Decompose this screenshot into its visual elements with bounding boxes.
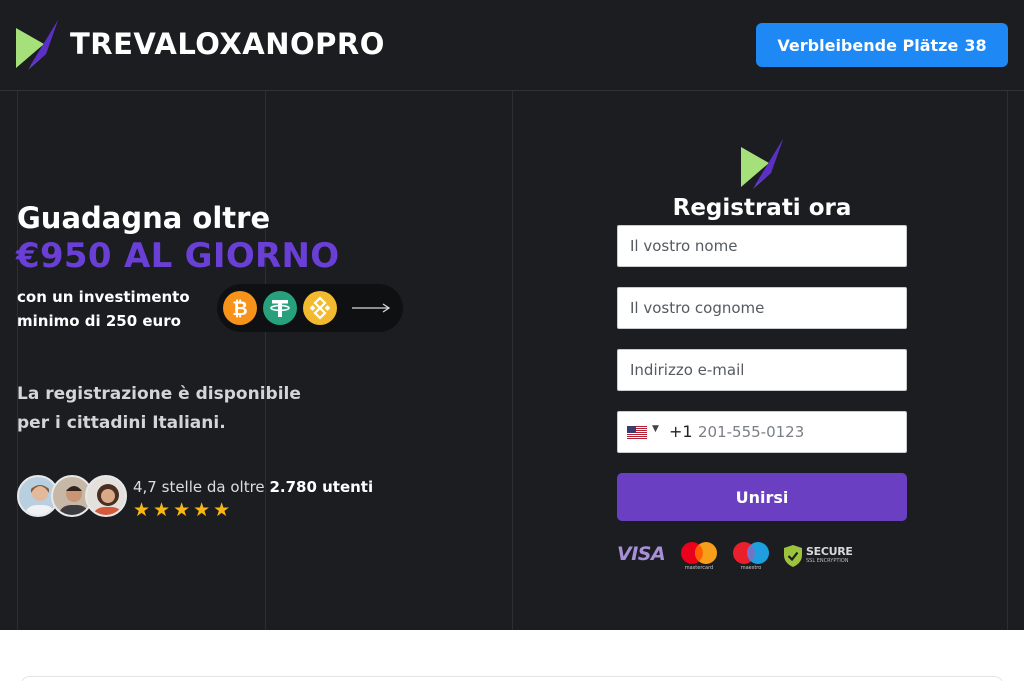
rating-stars-icon: ★★★★★	[133, 499, 234, 521]
country-dropdown-icon[interactable]: ▼	[652, 424, 659, 434]
bitcoin-icon: ₿	[223, 291, 257, 325]
grid-line	[512, 91, 513, 630]
phone-field: ▼ +1	[617, 411, 907, 453]
binance-icon	[303, 291, 337, 325]
rating-text: 4,7 stelle da oltre 2.780 utenti	[133, 478, 373, 496]
first-name-input[interactable]	[617, 225, 907, 267]
user-avatars	[17, 475, 127, 519]
ssl-secure-badge: SECURE SSL ENCRYPTION	[784, 545, 853, 569]
investment-line-2: minimo di 250 euro	[17, 312, 181, 330]
seats-label: Verbleibende Plätze	[777, 35, 959, 55]
brand-logo-icon[interactable]	[16, 20, 58, 70]
registration-line-1: La registrazione è disponibile	[17, 384, 301, 404]
grid-line	[1007, 91, 1008, 630]
secure-subtitle: SSL ENCRYPTION	[806, 558, 849, 564]
svg-text:₿: ₿	[232, 298, 247, 320]
content-card	[20, 676, 1004, 681]
headline-amount: €950 AL GIORNO	[16, 236, 340, 276]
form-logo-icon	[741, 139, 783, 189]
last-name-input[interactable]	[617, 287, 907, 329]
us-flag-icon[interactable]	[627, 426, 647, 439]
brand-name[interactable]: TREVALOXANOPRO	[70, 27, 385, 61]
grid-line	[265, 91, 266, 630]
tether-icon	[263, 291, 297, 325]
form-title: Registrati ora	[672, 195, 852, 221]
avatar	[85, 475, 127, 517]
rating-users: 2.780 utenti	[269, 478, 374, 496]
rating-prefix: 4,7 stelle da oltre	[133, 478, 265, 496]
investment-line-1: con un investimento	[17, 288, 190, 306]
secure-title: SECURE	[806, 545, 853, 558]
shield-check-icon	[784, 545, 802, 567]
headline-primary: Guadagna oltre	[17, 201, 271, 235]
crypto-pill: ₿	[217, 284, 403, 332]
registration-line-2: per i cittadini Italiani.	[17, 413, 226, 433]
registration-availability-text: La registrazione è disponibile per i cit…	[17, 380, 301, 438]
maestro-caption: maestro	[740, 565, 762, 571]
arrow-right-icon	[352, 303, 391, 313]
visa-logo: VISA	[617, 543, 666, 565]
grid-line	[17, 91, 18, 630]
mastercard-caption: mastercard	[684, 565, 714, 571]
join-button[interactable]: Unirsi	[617, 473, 907, 521]
site-header: TREVALOXANOPRO Verbleibende Plätze 38	[0, 0, 1024, 91]
phone-input[interactable]	[698, 412, 898, 452]
dial-code: +1	[669, 422, 693, 441]
seats-count: 38	[964, 35, 987, 55]
email-input[interactable]	[617, 349, 907, 391]
remaining-seats-button[interactable]: Verbleibende Plätze 38	[756, 23, 1008, 67]
hero-section: Guadagna oltre €950 AL GIORNO con un inv…	[0, 91, 1024, 630]
investment-text: con un investimento minimo di 250 euro	[17, 285, 190, 333]
